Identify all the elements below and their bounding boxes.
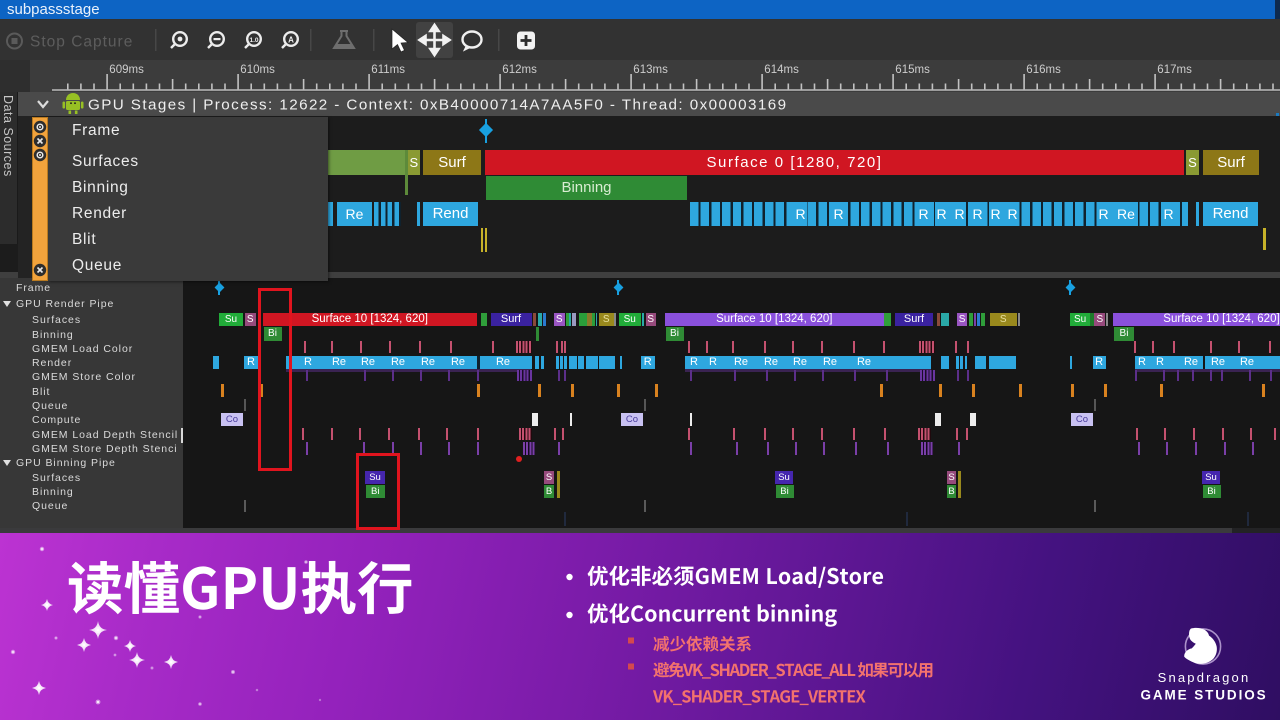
svg-text:613ms: 613ms	[633, 64, 668, 76]
svg-text:616ms: 616ms	[1026, 64, 1061, 76]
svg-text:609ms: 609ms	[109, 64, 144, 76]
svg-text:612ms: 612ms	[502, 64, 537, 76]
svg-text:614ms: 614ms	[764, 64, 799, 76]
svg-text:611ms: 611ms	[371, 64, 405, 76]
svg-text:610ms: 610ms	[240, 64, 275, 76]
svg-text:615ms: 615ms	[895, 64, 930, 76]
svg-text:GPU Stages | Process: 12622 -: GPU Stages | Process: 12622 - Context: 0…	[88, 97, 788, 114]
svg-text:A: A	[288, 36, 294, 45]
svg-text:1.0: 1.0	[249, 37, 258, 44]
svg-text:GAME STUDIOS: GAME STUDIOS	[1140, 688, 1267, 703]
svg-text:Stop Capture: Stop Capture	[30, 34, 133, 51]
svg-text:617ms: 617ms	[1157, 64, 1192, 76]
svg-text:Snapdragon: Snapdragon	[1158, 670, 1251, 685]
